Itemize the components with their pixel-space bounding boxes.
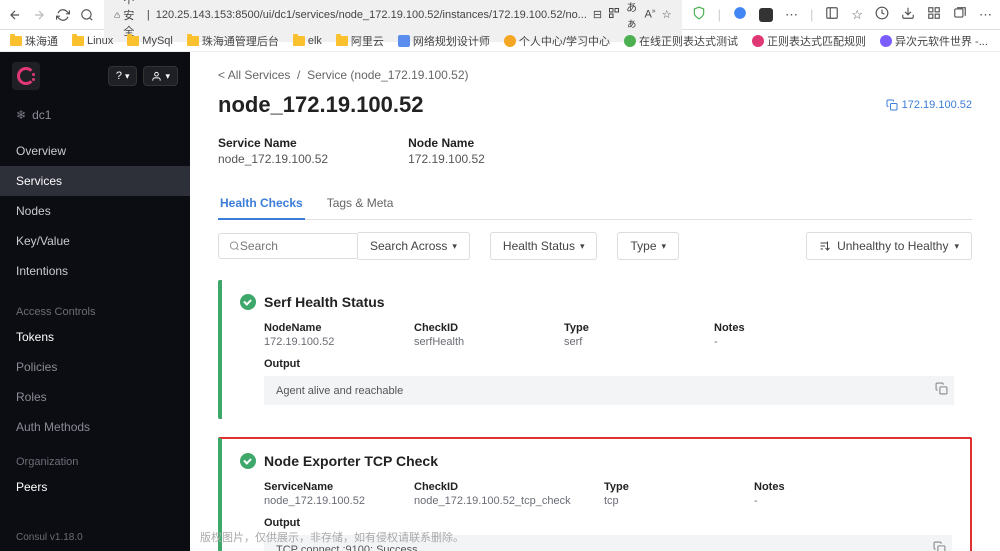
sort-button[interactable]: Unhealthy to Healthy▾ [806,232,972,260]
favorites-icon[interactable]: ☆ [851,7,863,23]
ext-icon-1[interactable] [733,6,747,23]
bookmark-item[interactable]: 网络规划设计师 [398,33,490,49]
bookmark-item[interactable]: 阿里云 [336,33,384,49]
health-check-card: Serf Health Status NodeName172.19.100.52… [218,280,972,419]
sidebar-item-services[interactable]: Services [0,166,190,196]
crumb-all-services[interactable]: All Services [228,68,291,82]
ext-icon-2[interactable] [759,8,773,22]
service-name-label: Service Name [218,136,328,150]
bookmark-item[interactable]: 正则表达式匹配规则 [752,33,866,49]
apps-icon[interactable] [927,6,941,23]
check-title: Serf Health Status [264,294,385,310]
search-input[interactable] [240,239,347,253]
reload-icon[interactable] [56,8,70,22]
search-icon[interactable] [80,8,94,22]
status-passing-icon [240,453,256,469]
bookmark-item[interactable]: 珠海通 [10,33,58,49]
sidebar-item-intentions[interactable]: Intentions [0,256,190,286]
star-icon[interactable]: ☆ [662,8,672,21]
history-icon[interactable] [875,6,889,23]
type-filter[interactable]: Type▾ [617,232,679,260]
page-title: node_172.19.100.52 [218,92,423,118]
bookmark-item[interactable]: 在线正则表达式测试 [624,33,738,49]
copy-icon[interactable] [933,541,946,551]
sidebar-item-policies[interactable]: Policies [0,352,190,382]
breadcrumb: < All Services / Service (node_172.19.10… [218,68,972,82]
sidebar-item-nodes[interactable]: Nodes [0,196,190,226]
watermark-text: 版权图片，仅供展示，非存储，如有侵权请联系删除。 [200,529,464,545]
bookmark-item[interactable]: 珠海通管理后台 [187,33,279,49]
url-warning: 不安全 [123,0,141,39]
search-across-button[interactable]: Search Across▾ [358,232,470,260]
status-passing-icon [240,294,256,310]
sidebar-toggle-icon[interactable] [825,6,839,23]
browser-toolbar: 不安全 | 120.25.143.153:8500/ui/dc1/service… [0,0,1000,30]
qr-icon[interactable] [608,7,620,22]
datacenter-selector[interactable]: ❄dc1 [0,100,190,130]
reader-icon[interactable]: A» [644,8,655,21]
url-action-icon[interactable]: ⊟ [593,8,602,21]
sidebar-item-tokens[interactable]: Tokens [0,322,190,352]
back-icon[interactable] [8,8,22,22]
main-content: < All Services / Service (node_172.19.10… [190,52,1000,551]
sidebar-section-org: Organization [0,442,190,472]
bookmark-item[interactable]: Linux [72,35,113,47]
tab-health-checks[interactable]: Health Checks [218,188,305,220]
bookmark-item[interactable]: MySql [127,35,173,47]
user-button[interactable]: ▾ [143,66,178,86]
forward-icon[interactable] [32,8,46,22]
tabs-icon[interactable] [953,6,967,23]
search-icon [229,240,240,252]
sidebar-item-authmethods[interactable]: Auth Methods [0,412,190,442]
search-box[interactable] [218,233,358,259]
health-status-filter[interactable]: Health Status▾ [490,232,598,260]
download-icon[interactable] [901,6,915,23]
menu-icon[interactable]: ⋯ [979,7,992,23]
sort-icon [819,240,831,252]
bookmark-item[interactable]: 异次元软件世界 -... [880,33,988,49]
sidebar-section-access: Access Controls [0,292,190,322]
translate-icon[interactable]: あぁ [626,0,638,31]
copy-icon[interactable] [935,382,948,398]
sidebar-item-keyvalue[interactable]: Key/Value [0,226,190,256]
consul-version: Consul v1.18.0 [0,524,190,551]
node-ip-link[interactable]: 172.19.100.52 [886,99,972,111]
sidebar-item-roles[interactable]: Roles [0,382,190,412]
bookmark-item[interactable]: elk [293,35,322,47]
node-name-value: 172.19.100.52 [408,152,485,166]
help-button[interactable]: ?▾ [108,66,138,86]
more-ext-icon[interactable]: ⋯ [785,7,798,23]
sidebar-item-peers[interactable]: Peers [0,472,190,502]
check-title: Node Exporter TCP Check [264,453,438,469]
consul-logo[interactable] [12,62,40,90]
output-box: Agent alive and reachable [264,376,954,405]
tabs: Health Checks Tags & Meta [218,188,972,220]
node-name-label: Node Name [408,136,485,150]
sidebar-item-overview[interactable]: Overview [0,136,190,166]
crumb-service: Service (node_172.19.100.52) [307,68,468,82]
sidebar: ?▾ ▾ ❄dc1 Overview Services Nodes Key/Va… [0,52,190,551]
service-name-value: node_172.19.100.52 [218,152,328,166]
shield-icon[interactable] [692,6,706,23]
url-text: 120.25.143.153:8500/ui/dc1/services/node… [156,9,587,21]
bookmark-item[interactable]: 个人中心/学习中心 [504,33,610,49]
tab-tags-meta[interactable]: Tags & Meta [325,188,396,219]
